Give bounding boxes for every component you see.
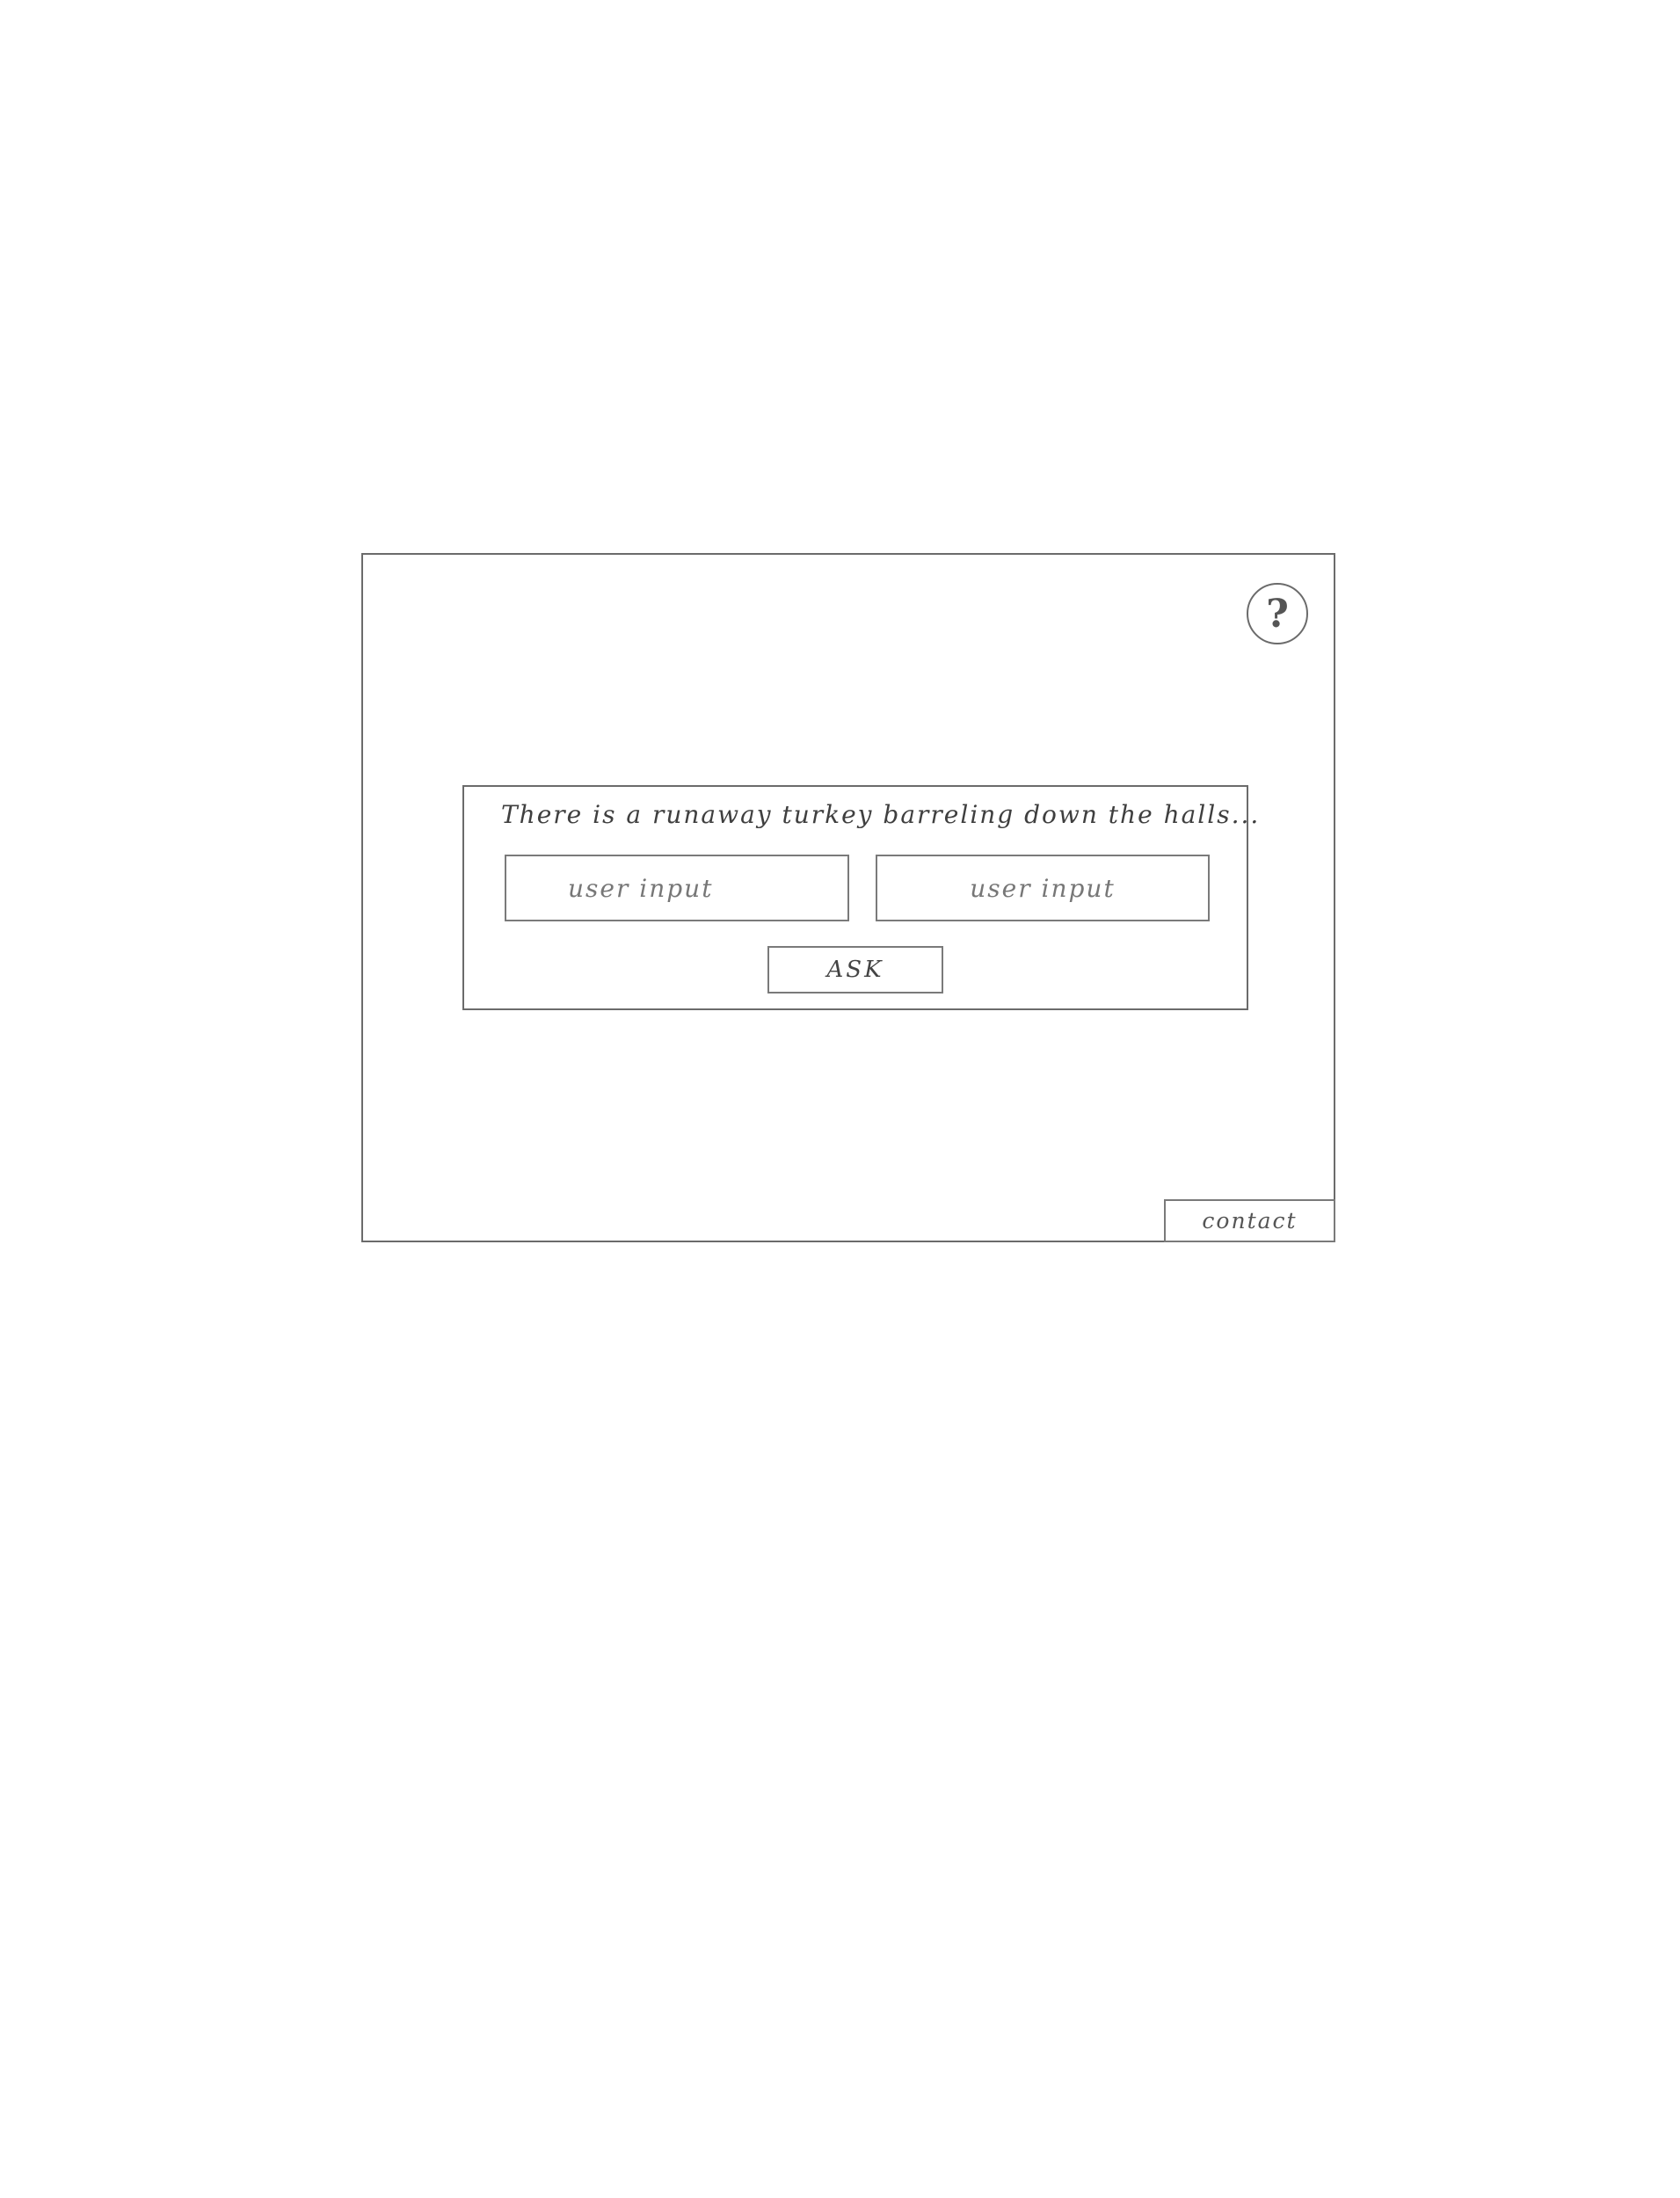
user-input-field-2[interactable] (876, 855, 1210, 921)
prompt-text: There is a runaway turkey barreling down… (501, 800, 1261, 829)
contact-button[interactable]: contact (1164, 1199, 1335, 1242)
question-mark-icon: ? (1266, 591, 1289, 637)
help-button[interactable]: ? (1247, 583, 1308, 644)
ask-button[interactable]: ASK (767, 946, 943, 993)
user-input-field-1[interactable] (505, 855, 849, 921)
